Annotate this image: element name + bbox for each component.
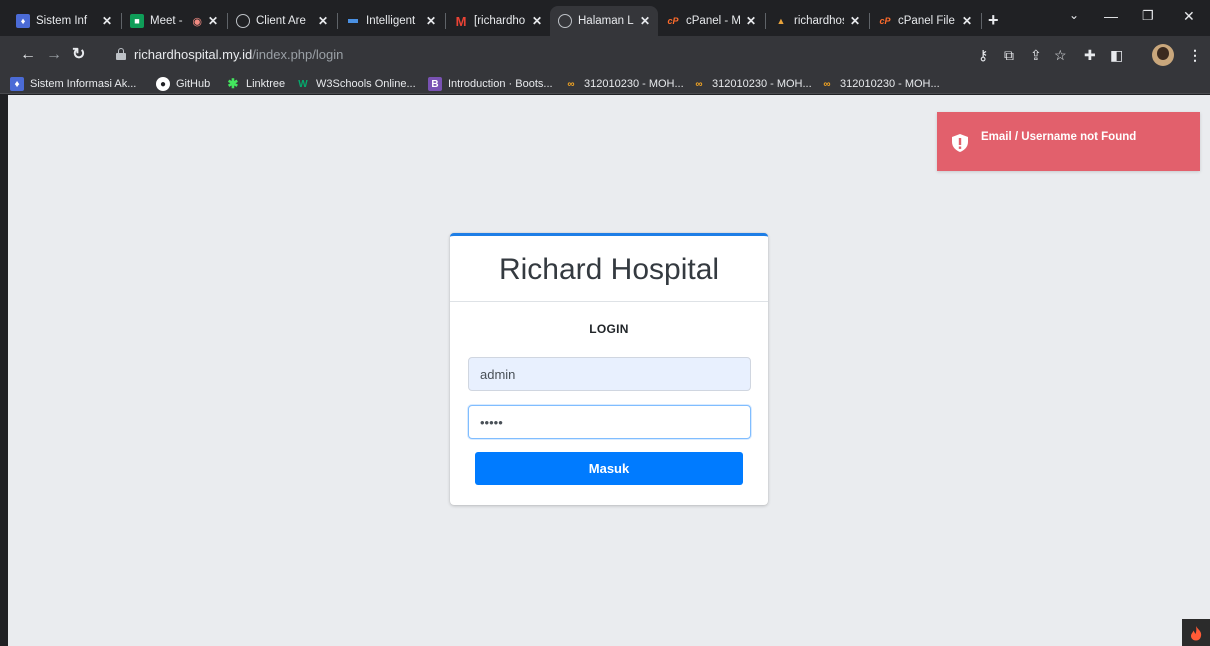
- close-tab-icon[interactable]: ✕: [850, 14, 860, 28]
- recording-icon: ◉: [192, 15, 202, 28]
- extensions-puzzle-icon[interactable]: ✚: [1084, 47, 1096, 63]
- translate-icon[interactable]: ⧉: [1004, 47, 1014, 63]
- browser-tab[interactable]: cP cPanel File ✕: [870, 6, 980, 36]
- key-icon[interactable]: ⚷: [978, 47, 988, 63]
- site-icon: ▲: [776, 16, 786, 26]
- page-viewport: Email / Username not Found Richard Hospi…: [8, 95, 1210, 646]
- browser-tab[interactable]: Client Are ✕: [228, 6, 336, 36]
- bookmark-item[interactable]: ✱ Linktree: [226, 76, 286, 92]
- lock-icon[interactable]: [116, 48, 126, 60]
- globe-icon: [558, 14, 572, 28]
- bookmark-item[interactable]: ∞ 312010230 - MOH...: [692, 76, 811, 92]
- infinity-icon: ∞: [567, 78, 575, 90]
- bookmark-item[interactable]: ∞ 312010230 - MOH...: [820, 76, 939, 92]
- bookmarks-bar: ♦ Sistem Informasi Ak... ● GitHub ✱ Link…: [0, 74, 1210, 94]
- bookmark-item[interactable]: ∞ 312010230 - MOH...: [564, 76, 683, 92]
- url-path: /index.php/login: [252, 47, 344, 62]
- browser-tab[interactable]: cP cPanel - M ✕: [658, 6, 764, 36]
- bookmark-item[interactable]: W W3Schools Online...: [296, 76, 415, 92]
- login-card: Richard Hospital LOGIN Masuk: [450, 233, 768, 505]
- address-bar[interactable]: richardhospital.my.id/index.php/login: [100, 40, 970, 70]
- w3schools-icon: W: [298, 78, 308, 90]
- bootstrap-icon: B: [428, 77, 442, 91]
- side-panel-icon[interactable]: ◧: [1110, 47, 1123, 63]
- gmail-icon: M: [455, 13, 467, 29]
- close-tab-icon[interactable]: ✕: [426, 14, 436, 28]
- forward-arrow-icon[interactable]: →: [46, 46, 62, 64]
- close-tab-icon[interactable]: ✕: [532, 14, 542, 28]
- login-card-header: Richard Hospital: [450, 236, 768, 302]
- linktree-icon: ✱: [227, 76, 239, 91]
- bookmark-item[interactable]: ♦ Sistem Informasi Ak...: [10, 76, 136, 92]
- flame-icon[interactable]: [1182, 619, 1210, 646]
- browser-tab-active[interactable]: Halaman L ✕: [550, 6, 658, 36]
- close-tab-icon[interactable]: ✕: [102, 14, 112, 28]
- restore-icon[interactable]: ❐: [1142, 8, 1154, 24]
- browser-toolbar: ← → ↻ richardhospital.my.id/index.php/lo…: [0, 36, 1210, 74]
- browser-tab[interactable]: ▲ richardhos ✕: [766, 6, 868, 36]
- browser-tab-strip: ♦ Sistem Inf ✕ ■ Meet - ◉ ✕ Client Are ✕…: [0, 0, 1210, 36]
- globe-icon: [236, 14, 250, 28]
- cpanel-icon: cP: [667, 16, 679, 26]
- url-host: richardhospital.my.id: [134, 47, 253, 62]
- close-tab-icon[interactable]: ✕: [640, 14, 650, 28]
- browser-tab[interactable]: M [richardho ✕: [446, 6, 550, 36]
- menu-kebab-icon[interactable]: ⋮: [1188, 47, 1202, 63]
- bookmark-item[interactable]: ● GitHub: [156, 76, 210, 92]
- username-input[interactable]: [468, 357, 751, 391]
- cpanel-icon: cP: [879, 16, 891, 26]
- browser-tab[interactable]: Intelligent ✕: [338, 6, 444, 36]
- meet-icon: ■: [130, 14, 144, 28]
- campus-icon: ♦: [16, 14, 30, 28]
- password-input[interactable]: [468, 405, 751, 439]
- app-title[interactable]: Richard Hospital: [450, 236, 768, 288]
- close-tab-icon[interactable]: ✕: [208, 14, 218, 28]
- minimize-icon[interactable]: —: [1104, 8, 1118, 24]
- tab-search-chevron-icon[interactable]: ⌄: [1069, 8, 1079, 22]
- login-submit-button[interactable]: Masuk: [475, 452, 743, 485]
- browser-tab[interactable]: ■ Meet - ◉ ✕: [122, 6, 226, 36]
- infinity-icon: ∞: [823, 78, 831, 90]
- back-arrow-icon[interactable]: ←: [20, 46, 36, 64]
- reload-icon[interactable]: ↻: [72, 46, 85, 64]
- url-text: richardhospital.my.id/index.php/login: [134, 47, 343, 62]
- shield-alert-icon: [952, 134, 968, 152]
- error-toast-message: Email / Username not Found: [981, 131, 1137, 143]
- close-tab-icon[interactable]: ✕: [746, 14, 756, 28]
- app-icon: [346, 14, 360, 28]
- campus-icon: ♦: [10, 77, 24, 91]
- close-window-icon[interactable]: ✕: [1183, 8, 1195, 25]
- share-icon[interactable]: ⇪: [1030, 47, 1042, 63]
- login-heading: LOGIN: [589, 322, 629, 336]
- close-tab-icon[interactable]: ✕: [962, 14, 972, 28]
- github-icon: ●: [156, 77, 170, 91]
- browser-tab[interactable]: ♦ Sistem Inf ✕: [8, 6, 120, 36]
- close-tab-icon[interactable]: ✕: [318, 14, 328, 28]
- error-toast[interactable]: Email / Username not Found: [937, 112, 1200, 171]
- new-tab-plus-icon[interactable]: +: [988, 11, 999, 29]
- bookmark-star-icon[interactable]: ☆: [1054, 47, 1067, 63]
- profile-avatar[interactable]: [1152, 44, 1174, 66]
- infinity-icon: ∞: [695, 78, 703, 90]
- bookmark-item[interactable]: B Introduction · Boots...: [428, 76, 553, 92]
